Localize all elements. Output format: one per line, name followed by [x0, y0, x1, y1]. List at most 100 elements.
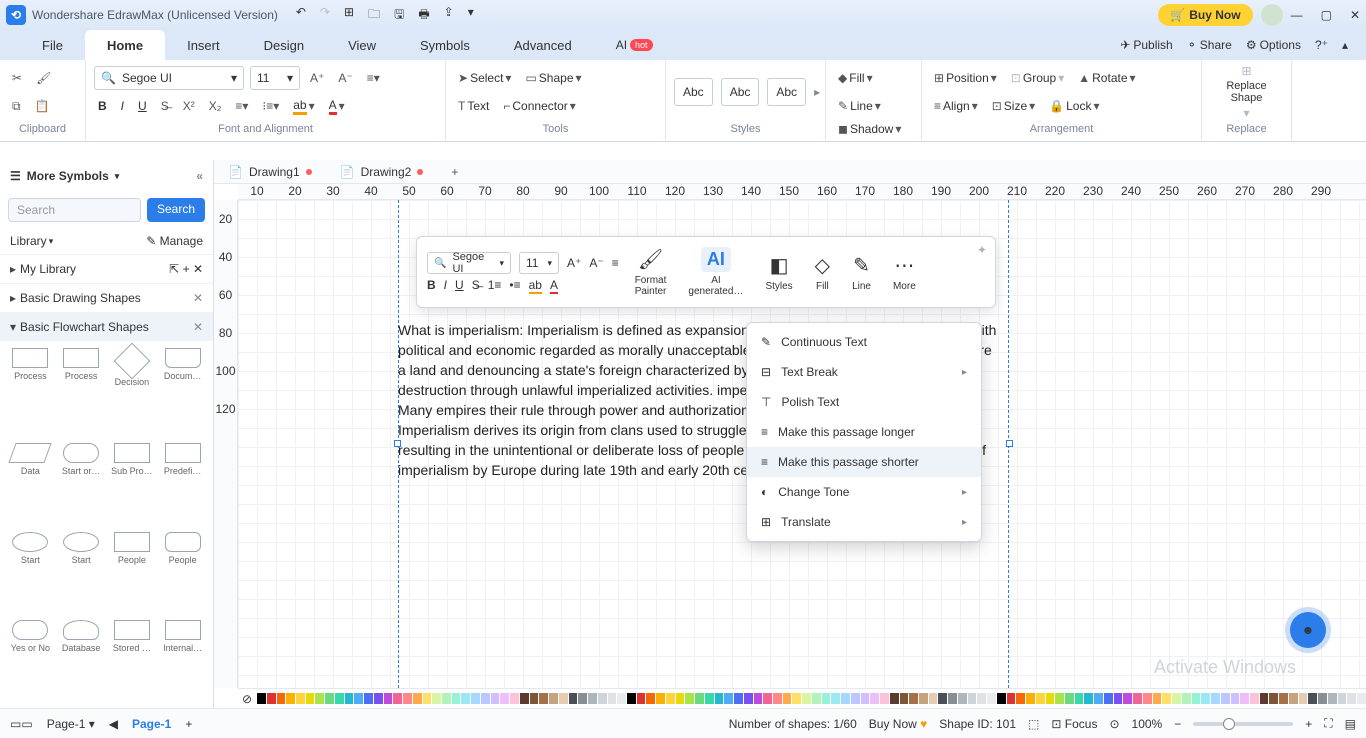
new-tab-button[interactable]: + [437, 160, 472, 184]
swatch[interactable] [598, 693, 607, 704]
swatch[interactable] [1299, 693, 1308, 704]
menu-insert[interactable]: Insert [165, 30, 242, 60]
swatch[interactable] [724, 693, 733, 704]
swatch[interactable] [656, 693, 665, 704]
close-section-icon[interactable]: ✕ [193, 320, 203, 334]
open-icon[interactable]: 🗀 [368, 5, 380, 26]
swatch[interactable] [763, 693, 772, 704]
shape-internal-[interactable]: Internal… [158, 617, 207, 704]
pages-icon[interactable]: ▭▭ [10, 717, 33, 731]
swatch[interactable] [958, 693, 967, 704]
swatch[interactable] [666, 693, 675, 704]
select-tool[interactable]: ➤ Select ▾ [454, 69, 515, 87]
swatch[interactable] [1084, 693, 1093, 704]
swatch[interactable] [354, 693, 363, 704]
close-lib-icon[interactable]: ✕ [193, 262, 203, 276]
doc-tab-drawing2[interactable]: 📄Drawing2 [326, 160, 438, 184]
mini-highlight-icon[interactable]: ab [529, 278, 542, 292]
swatch[interactable] [364, 693, 373, 704]
shape-predefi-[interactable]: Predefi… [158, 440, 207, 527]
swatch[interactable] [802, 693, 811, 704]
paste-icon[interactable]: 📋 [31, 97, 54, 115]
shape-data[interactable]: Data [6, 440, 55, 527]
share-button[interactable]: ⚬ Share [1187, 38, 1232, 52]
swatch[interactable] [403, 693, 412, 704]
focus-button[interactable]: ⊡ Focus [1051, 717, 1097, 731]
swatch[interactable] [1075, 693, 1084, 704]
swatch[interactable] [1338, 693, 1347, 704]
swatch[interactable] [938, 693, 947, 704]
close-section-icon[interactable]: ✕ [193, 291, 203, 305]
symbol-search-input[interactable]: Search [8, 198, 141, 222]
mini-strike-icon[interactable]: S̶ [472, 278, 480, 292]
shape-stored-[interactable]: Stored … [108, 617, 157, 704]
superscript-icon[interactable]: X² [179, 97, 199, 115]
swatch[interactable] [1055, 693, 1064, 704]
shape-database[interactable]: Database [57, 617, 106, 704]
swatch[interactable] [1065, 693, 1074, 704]
swatch[interactable] [432, 693, 441, 704]
swatch[interactable] [539, 693, 548, 704]
zoom-level[interactable]: 100% [1132, 717, 1163, 731]
swatch[interactable] [335, 693, 344, 704]
fill-button[interactable]: ◆ Fill ▾ [834, 69, 877, 87]
swatch[interactable] [345, 693, 354, 704]
swatch[interactable] [277, 693, 286, 704]
menu-design[interactable]: Design [242, 30, 326, 60]
menu-file[interactable]: File [20, 30, 85, 60]
chat-assistant-fab[interactable]: ☻ [1290, 612, 1326, 648]
swatch[interactable] [890, 693, 899, 704]
mini-styles-button[interactable]: ◧Styles [759, 253, 798, 292]
style-preset-2[interactable]: Abc [721, 78, 760, 106]
swatch[interactable] [1211, 693, 1220, 704]
swatch[interactable] [1114, 693, 1123, 704]
swatch[interactable] [1094, 693, 1103, 704]
align-button[interactable]: ≡ Align▾ [930, 97, 982, 115]
swatch[interactable] [880, 693, 889, 704]
shape-start[interactable]: Start [57, 529, 106, 616]
swatch[interactable] [1347, 693, 1356, 704]
swatch[interactable] [1143, 693, 1152, 704]
mini-increase-font-icon[interactable]: A⁺ [567, 256, 581, 270]
line-button[interactable]: ✎ Line ▾ [834, 97, 885, 115]
swatch[interactable] [754, 693, 763, 704]
mini-align-icon[interactable]: ≡ [612, 256, 619, 270]
rotate-button[interactable]: ▲ Rotate▾ [1074, 69, 1139, 87]
swatch[interactable] [1201, 693, 1210, 704]
more-symbols-header[interactable]: ☰ More Symbols▾ « [0, 160, 213, 192]
group-button[interactable]: ⊡ Group▾ [1007, 69, 1068, 87]
font-size-select[interactable]: 11▾ [250, 66, 300, 90]
export-icon[interactable]: ⇪ [444, 5, 454, 26]
options-button[interactable]: ⚙ Options [1246, 38, 1301, 52]
mini-font-select[interactable]: 🔍Segoe UI▾ [427, 252, 511, 274]
symbol-search-button[interactable]: Search [147, 198, 205, 222]
swatch[interactable] [413, 693, 422, 704]
swatch[interactable] [1231, 693, 1240, 704]
strikethrough-icon[interactable]: S̶ [157, 97, 173, 115]
print-icon[interactable]: 🖶 [418, 5, 429, 26]
copy-icon[interactable]: ⧉ [8, 97, 25, 116]
swatch[interactable] [646, 693, 655, 704]
underline-icon[interactable]: U [134, 97, 151, 115]
ctx-translate[interactable]: ⊞Translate▸ [747, 507, 981, 537]
swatch[interactable] [500, 693, 509, 704]
swatch[interactable] [578, 693, 587, 704]
swatch[interactable] [1182, 693, 1191, 704]
swatch[interactable] [286, 693, 295, 704]
swatch[interactable] [948, 693, 957, 704]
ctx-polish-text[interactable]: ⊤Polish Text [747, 387, 981, 417]
undo-icon[interactable]: ↶ [296, 5, 306, 26]
shape-people[interactable]: People [158, 529, 207, 616]
shape-decision[interactable]: Decision [108, 345, 157, 438]
swatch[interactable] [296, 693, 305, 704]
ctx-make-shorter[interactable]: ≡Make this passage shorter [747, 447, 981, 477]
swatch[interactable] [1153, 693, 1162, 704]
zoom-in-icon[interactable]: + [1305, 717, 1312, 731]
swatch[interactable] [510, 693, 519, 704]
basic-flowchart-item[interactable]: ▾ Basic Flowchart Shapes✕ [0, 312, 213, 341]
swatch[interactable] [822, 693, 831, 704]
swatch[interactable] [909, 693, 918, 704]
line-spacing-icon[interactable]: ≡▾ [231, 97, 252, 115]
doc-tab-drawing1[interactable]: 📄Drawing1 [214, 160, 326, 184]
swatch[interactable] [1260, 693, 1269, 704]
